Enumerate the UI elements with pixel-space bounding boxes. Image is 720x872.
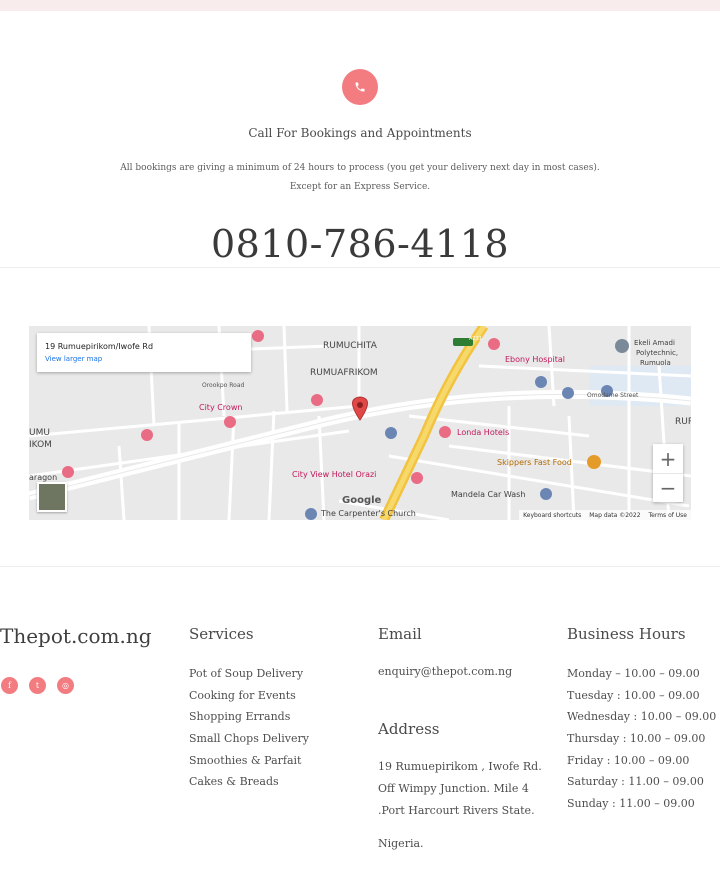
divider [0, 566, 720, 567]
map-label: Ebony Hospital [505, 355, 566, 364]
phone-number[interactable]: 0810-786-4118 [0, 222, 720, 266]
email-address[interactable]: enquiry@thepot.com.ng [378, 665, 512, 678]
address-line: .Port Harcourt Rivers State. [378, 804, 535, 817]
phone-icon [342, 69, 378, 105]
service-link[interactable]: Shopping Errands [189, 706, 309, 728]
map-label: City Crown [199, 403, 243, 412]
map-label: The Carpenter's Church [321, 509, 416, 518]
hours-item: Friday : 10.00 – 09.00 [567, 753, 690, 767]
map-label: A231 [469, 336, 482, 342]
service-link[interactable]: Small Chops Delivery [189, 728, 309, 750]
address-title: Address [378, 720, 440, 738]
hours-item: Monday – 10.00 – 09.00 [567, 667, 700, 680]
contact-description-note: Except for an Express Service. [289, 182, 431, 192]
service-link[interactable]: Smoothies & Parfait [189, 750, 309, 772]
service-link[interactable]: Cakes & Breads [189, 771, 309, 793]
map-label: Rumuola [640, 359, 671, 367]
services-title: Services [189, 625, 254, 643]
map-attribution: Keyboard shortcuts Map data ©2022 Terms … [519, 510, 691, 520]
hours-item: Thursday : 10.00 – 09.00 [567, 732, 706, 746]
map-label: Ekeli Amadi [634, 339, 675, 347]
map-label: IKOM [29, 440, 52, 450]
map-label: Omodame Street [587, 392, 639, 399]
map-label: aragon [29, 473, 58, 482]
service-link[interactable]: Cooking for Events [189, 685, 309, 707]
map-label: Polytechnic, [636, 349, 679, 357]
services-list: Pot of Soup Delivery Cooking for Events … [189, 663, 309, 793]
view-larger-map-link[interactable]: View larger map [45, 355, 243, 363]
google-logo: Google [342, 495, 382, 506]
keyboard-shortcuts-link[interactable]: Keyboard shortcuts [523, 512, 581, 519]
business-hours-title: Business Hours [567, 625, 686, 643]
map-label: Skippers Fast Food [497, 458, 572, 467]
hours-item: Sunday : 11.00 – 09.00 [567, 797, 695, 811]
service-link[interactable]: Pot of Soup Delivery [189, 663, 309, 685]
map-label: UMU [29, 428, 50, 438]
map-data-text: Map data ©2022 [589, 511, 641, 519]
hours-item: Saturday : 11.00 – 09.00 [567, 775, 704, 789]
map-label: City View Hotel Orazi [292, 470, 377, 479]
zoom-in-button[interactable]: + [653, 444, 683, 473]
map-label: Londa Hotels [457, 428, 510, 437]
map-place-title: 19 Rumuepirikom/Iwofe Rd [45, 342, 154, 351]
map-zoom-controls: + − [653, 444, 683, 502]
business-hours-list: Monday – 10.00 – 09.00 Tuesday : 10.00 –… [567, 663, 716, 815]
contact-description: All bookings are giving a minimum of 24 … [120, 163, 600, 173]
map-label: Orookpo Road [202, 382, 245, 389]
facebook-icon[interactable]: f [1, 677, 18, 694]
hours-item: Wednesday : 10.00 – 09.00 [567, 710, 717, 724]
satellite-toggle[interactable] [37, 482, 67, 512]
divider [0, 267, 720, 268]
email-title: Email [378, 625, 422, 643]
address-line: Nigeria. [378, 837, 424, 850]
address-line: Off Wimpy Junction. Mile 4 [378, 782, 529, 795]
map-label: RURO [675, 417, 691, 427]
footer-brand[interactable]: Thepot.com.ng [0, 624, 152, 648]
map-label: RUMUAFRIKOM [310, 368, 378, 378]
map-info-card: 19 Rumuepirikom/Iwofe Rd View larger map [37, 333, 251, 372]
embedded-map[interactable]: RUMUCHITA RUMUAFRIKOM Ebony Hospital Eke… [29, 326, 691, 520]
zoom-out-button[interactable]: − [653, 473, 683, 502]
top-strip [0, 0, 720, 11]
contact-heading: Call For Bookings and Appointments [248, 126, 472, 140]
map-label: RUMUCHITA [323, 341, 377, 351]
hours-item: Tuesday : 10.00 – 09.00 [567, 688, 700, 702]
map-label: Mandela Car Wash [451, 490, 526, 499]
address-line: 19 Rumuepirikom , Iwofe Rd. [378, 760, 542, 773]
twitter-icon[interactable]: t [29, 677, 46, 694]
instagram-icon[interactable]: ◎ [57, 677, 74, 694]
terms-link[interactable]: Terms of Use [649, 512, 687, 519]
